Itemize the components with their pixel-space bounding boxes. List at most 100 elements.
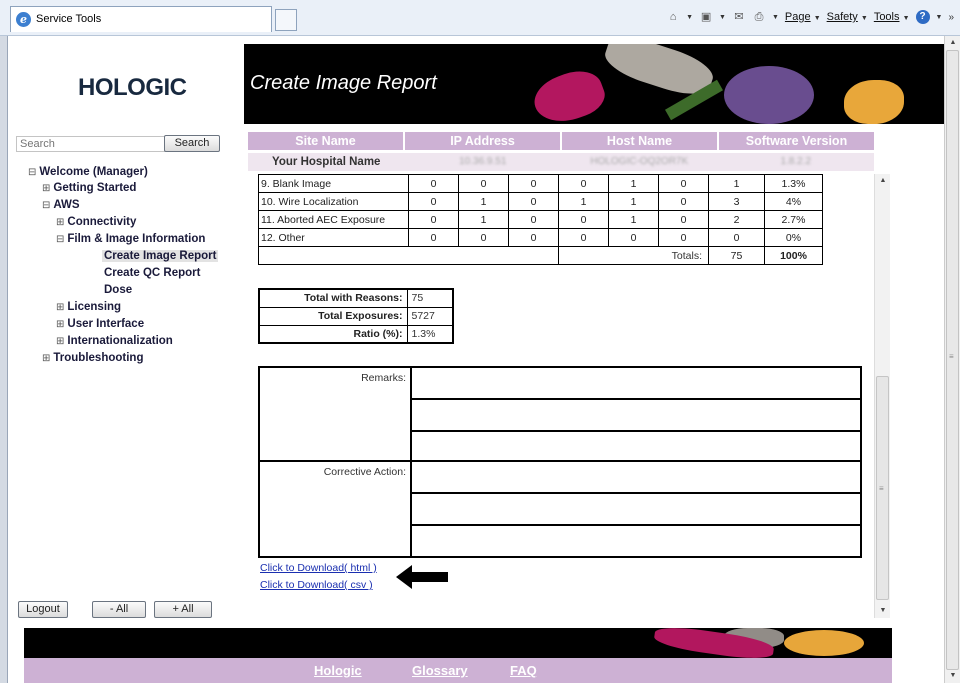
table-cell: 1 (608, 210, 659, 229)
expand-all-button[interactable]: + All (154, 601, 212, 618)
reason-percent: 2.7% (764, 210, 823, 229)
total-exposures-label: Total Exposures: (258, 306, 408, 326)
tree-item-create-image-report[interactable]: Create Image Report (102, 250, 219, 262)
expand-icon[interactable]: ⊞ (56, 217, 64, 228)
reason-total: 0 (708, 228, 765, 247)
expand-icon[interactable]: ⊞ (42, 183, 50, 194)
table-cell (258, 246, 559, 265)
tree-item-troubleshooting[interactable]: ⊞ Troubleshooting (42, 352, 143, 364)
summary-table: Total with Reasons: 75 Total Exposures: … (258, 288, 454, 344)
page-menu[interactable]: Page ▼ (785, 11, 821, 23)
ip-address-header: IP Address (405, 132, 562, 150)
footer-link-glossary[interactable]: Glossary (412, 663, 468, 678)
download-html-link[interactable]: Click to Download( html ) (260, 562, 377, 574)
remarks-field-1[interactable] (412, 368, 862, 398)
corrective-action-field-2[interactable] (412, 494, 862, 524)
tree-item-dose[interactable]: Dose (104, 284, 132, 296)
page-title: Create Image Report (250, 72, 437, 94)
scroll-down-icon[interactable]: ▼ (875, 604, 891, 618)
feeds-icon[interactable]: ▣ (699, 11, 713, 24)
site-info-row: Your Hospital Name 10.36.9.51 HOLOGIC-OQ… (248, 153, 874, 171)
search-input[interactable] (16, 136, 166, 152)
table-row: 11. Aborted AEC Exposure 0 1 0 0 1 0 2 2… (258, 210, 823, 229)
totals-value: 75 (708, 246, 765, 265)
table-cell: 0 (508, 228, 559, 247)
remarks-field-3[interactable] (412, 432, 862, 460)
table-cell: 1 (458, 210, 509, 229)
help-icon[interactable]: ? (915, 10, 930, 24)
table-cell: 1 (458, 192, 509, 211)
host-name-value: HOLOGIC-OQ2OR7K (590, 156, 689, 167)
table-cell: 0 (558, 174, 609, 193)
software-version-header: Software Version (745, 134, 848, 148)
collapse-icon[interactable]: ⊟ (42, 200, 50, 211)
tools-menu[interactable]: Tools ▼ (874, 11, 910, 23)
remarks-field-2[interactable] (412, 400, 862, 430)
expand-icon[interactable]: ⊞ (42, 353, 50, 364)
tree-item-welcome[interactable]: ⊟ Welcome (Manager) (28, 166, 148, 178)
logout-button[interactable]: Logout (18, 601, 68, 618)
collapse-all-button[interactable]: - All (92, 601, 146, 618)
page-header: HOLOGIC Create Image Report (8, 36, 944, 130)
tree-item-internationalization[interactable]: ⊞ Internationalization (56, 335, 173, 347)
collapse-icon[interactable]: ⊟ (56, 234, 64, 245)
scroll-down-icon[interactable]: ▼ (945, 669, 960, 683)
tree-item-create-qc-report[interactable]: Create QC Report (104, 267, 201, 279)
ie-icon: e (16, 12, 31, 27)
overflow-chevron-icon[interactable]: » (948, 12, 954, 23)
tree-item-user-interface[interactable]: ⊞ User Interface (56, 318, 144, 330)
banner-calla-lily-image (528, 63, 610, 124)
table-cell: 0 (658, 174, 709, 193)
help-dropdown-icon[interactable]: ▼ (936, 14, 943, 21)
banner-lily-image (844, 80, 904, 124)
window-scrollbar[interactable]: ▲ ≡ ▼ (944, 36, 960, 683)
table-cell: 0 (658, 210, 709, 229)
scroll-up-icon[interactable]: ▲ (875, 174, 891, 188)
tree-item-getting-started[interactable]: ⊞ Getting Started (42, 182, 136, 194)
corrective-action-field-1[interactable] (412, 462, 862, 492)
collapse-icon[interactable]: ⊟ (28, 167, 36, 178)
download-csv-link[interactable]: Click to Download( csv ) (260, 579, 373, 591)
table-row: 12. Other 0 0 0 0 0 0 0 0% (258, 228, 823, 247)
banner-iris-image (724, 66, 814, 124)
footer-link-faq[interactable]: FAQ (510, 663, 537, 678)
scroll-up-icon[interactable]: ▲ (945, 36, 960, 50)
print-dropdown-icon[interactable]: ▼ (772, 14, 779, 21)
feeds-dropdown-icon[interactable]: ▼ (719, 14, 726, 21)
expand-icon[interactable]: ⊞ (56, 319, 64, 330)
mail-icon[interactable]: ✉ (732, 11, 746, 24)
new-tab-button[interactable] (275, 9, 297, 31)
corrective-action-field-3[interactable] (412, 526, 862, 556)
tree-item-connectivity[interactable]: ⊞ Connectivity (56, 216, 136, 228)
divider (260, 460, 410, 462)
left-arrow-icon (396, 565, 448, 589)
reason-label: 12. Other (258, 228, 409, 247)
tree-item-licensing[interactable]: ⊞ Licensing (56, 301, 121, 313)
table-cell: 0 (458, 174, 509, 193)
software-version-value: 1.8.2.2 (780, 156, 812, 167)
table-cell: 0 (408, 192, 459, 211)
totals-label: Totals: (558, 246, 709, 265)
reason-label: 9. Blank Image (258, 174, 409, 193)
table-row: 10. Wire Localization 0 1 0 1 1 0 3 4% (258, 192, 823, 211)
browser-tab[interactable]: e Service Tools (10, 6, 272, 32)
search-button[interactable]: Search (164, 135, 220, 152)
ip-address-value: 10.36.9.51 (459, 156, 507, 167)
tree-item-aws[interactable]: ⊟ AWS (42, 199, 80, 211)
home-dropdown-icon[interactable]: ▼ (686, 14, 693, 21)
report-scroll-area[interactable]: 9. Blank Image 0 0 0 0 1 0 1 1.3% 10. Wi… (248, 174, 874, 622)
safety-menu[interactable]: Safety ▼ (827, 11, 868, 23)
expand-icon[interactable]: ⊞ (56, 336, 64, 347)
reason-total: 3 (708, 192, 765, 211)
print-icon[interactable]: ⎙ (752, 11, 766, 24)
expand-icon[interactable]: ⊞ (56, 302, 64, 313)
home-icon[interactable]: ⌂ (666, 11, 680, 24)
table-cell: 1 (608, 174, 659, 193)
content-scrollbar[interactable]: ▲ ≡ ▼ (874, 174, 890, 618)
footer-link-hologic[interactable]: Hologic (314, 663, 362, 678)
table-cell: 0 (408, 174, 459, 193)
total-with-reasons-value: 75 (406, 288, 454, 308)
host-name-header: Host Name (562, 132, 719, 150)
tree-item-film-image-information[interactable]: ⊟ Film & Image Information (56, 233, 205, 245)
ratio-label: Ratio (%): (258, 324, 408, 344)
